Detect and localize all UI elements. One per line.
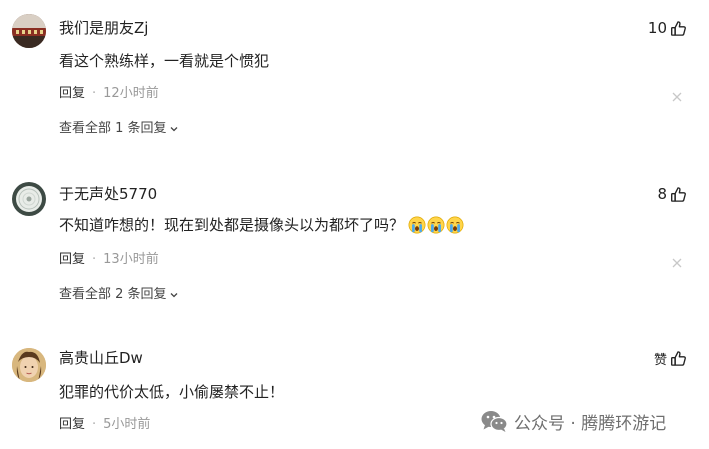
- reply-link[interactable]: 回复: [59, 251, 85, 269]
- comment-item: 我们是朋友Zj 10 看这个熟练样，一看就是个惯犯 回复 · 12小时前 查看全…: [0, 0, 709, 150]
- wechat-icon: [481, 411, 508, 432]
- thumbs-up-icon: [671, 20, 686, 36]
- avatar[interactable]: [12, 182, 46, 216]
- separator-dot: ·: [92, 417, 97, 432]
- comment-text: 看这个熟练样，一看就是个惯犯: [59, 52, 270, 70]
- crying-emoji-icon: [446, 216, 464, 234]
- close-icon[interactable]: [671, 254, 683, 268]
- comment-time: 5小时前: [103, 417, 151, 432]
- close-icon[interactable]: [671, 88, 683, 102]
- crying-emoji-icon: [408, 216, 426, 234]
- comment-username[interactable]: 我们是朋友Zj: [59, 18, 148, 38]
- thumbs-up-icon: [671, 186, 686, 202]
- like-button[interactable]: 10: [648, 18, 687, 38]
- comment-meta: 回复 · 13小时前: [59, 251, 159, 269]
- avatar-image: [12, 182, 46, 216]
- separator-dot: ·: [92, 252, 97, 267]
- thumbs-up-icon: [671, 350, 686, 366]
- avatar-image: [12, 14, 46, 48]
- separator-dot: ·: [92, 86, 97, 101]
- view-all-label: 查看全部 1 条回复: [59, 121, 167, 136]
- reply-link[interactable]: 回复: [59, 85, 85, 103]
- comment-meta: 回复 · 12小时前: [59, 85, 159, 103]
- like-button[interactable]: 赞: [654, 348, 687, 368]
- like-button[interactable]: 8: [657, 184, 687, 204]
- comment-text-row: 不知道咋想的！现在到处都是摄像头以为都坏了吗？: [59, 214, 464, 236]
- avatar[interactable]: [12, 348, 46, 382]
- reply-link[interactable]: 回复: [59, 416, 85, 434]
- watermark-text: 公众号 · 腾腾环游记: [514, 413, 667, 434]
- comment-time: 12小时前: [103, 86, 159, 101]
- chevron-down-icon: [170, 293, 178, 298]
- comment-item: 于无声处5770 8 不知道咋想的！现在到处都是摄像头以为都坏了吗？ 回复 · …: [0, 168, 709, 318]
- emoji-group: [408, 216, 464, 234]
- avatar[interactable]: [12, 14, 46, 48]
- comment-text: 犯罪的代价太低，小偷屡禁不止！: [59, 383, 285, 401]
- comment-username[interactable]: 高贵山丘Dw: [59, 348, 143, 368]
- view-all-replies[interactable]: 查看全部 1 条回复: [59, 120, 179, 138]
- like-count: 10: [647, 19, 667, 37]
- view-all-replies[interactable]: 查看全部 2 条回复: [59, 286, 179, 304]
- view-all-label: 查看全部 2 条回复: [59, 287, 167, 302]
- watermark: 公众号 · 腾腾环游记: [480, 406, 666, 436]
- comment-text: 不知道咋想的！现在到处都是摄像头以为都坏了吗？: [59, 216, 405, 234]
- chevron-down-icon: [170, 127, 178, 132]
- crying-emoji-icon: [427, 216, 445, 234]
- comment-username[interactable]: 于无声处5770: [59, 184, 157, 204]
- avatar-image: [12, 348, 46, 382]
- comment-time: 13小时前: [103, 252, 159, 267]
- comment-meta: 回复 · 5小时前: [59, 416, 150, 434]
- like-count: 8: [657, 185, 667, 203]
- like-label: 赞: [653, 352, 667, 368]
